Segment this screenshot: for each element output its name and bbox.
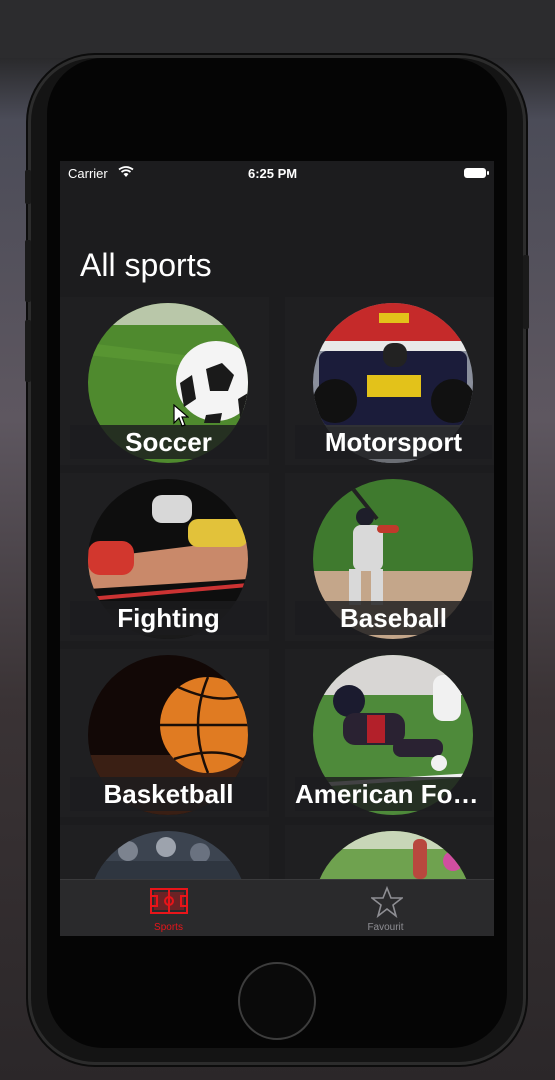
sport-label: American Football xyxy=(295,777,492,811)
battery-icon xyxy=(464,168,489,178)
sport-label: Motorsport xyxy=(295,425,492,459)
sport-cell-motorsport[interactable]: Motorsport xyxy=(285,297,494,465)
sports-grid: Soccer Motorsport Fighting Baseball Bask… xyxy=(60,297,494,881)
sport-cell-baseball[interactable]: Baseball xyxy=(285,473,494,641)
volume-button xyxy=(25,170,31,204)
sport-cell-american-football[interactable]: American Football xyxy=(285,649,494,817)
tab-label: Favourit xyxy=(367,922,404,933)
sport-image xyxy=(88,831,248,881)
sport-cell-fighting[interactable]: Fighting xyxy=(60,473,269,641)
volume-down-button xyxy=(25,320,31,382)
simulator-toolbar xyxy=(0,0,555,58)
sport-image xyxy=(313,831,473,881)
sport-cell-partial-left[interactable] xyxy=(60,825,269,881)
star-icon xyxy=(369,885,405,923)
tab-sports[interactable]: Sports xyxy=(60,880,277,936)
sport-label: Baseball xyxy=(295,601,492,635)
status-bar: Carrier 6:25 PM xyxy=(60,161,494,185)
wifi-icon xyxy=(118,166,134,181)
tab-bar: Sports Favourit xyxy=(60,879,494,936)
power-button xyxy=(523,255,529,329)
sport-label: Fighting xyxy=(70,601,267,635)
tab-favourit[interactable]: Favourit xyxy=(277,880,494,936)
tab-label: Sports xyxy=(154,922,183,933)
status-time: 6:25 PM xyxy=(248,166,298,181)
volume-up-button xyxy=(25,240,31,302)
app-screen: Carrier 6:25 PM All sports Soccer Motors… xyxy=(60,161,494,936)
sport-cell-soccer[interactable]: Soccer xyxy=(60,297,269,465)
home-button[interactable] xyxy=(238,962,316,1040)
page-title: All sports xyxy=(80,247,212,283)
sport-cell-partial-right[interactable] xyxy=(285,825,494,881)
sport-label: Basketball xyxy=(70,777,267,811)
carrier-label: Carrier xyxy=(68,166,108,181)
sport-cell-basketball[interactable]: Basketball xyxy=(60,649,269,817)
sport-label: Soccer xyxy=(70,425,267,459)
sports-icon xyxy=(150,888,188,919)
cursor-icon xyxy=(173,403,190,433)
